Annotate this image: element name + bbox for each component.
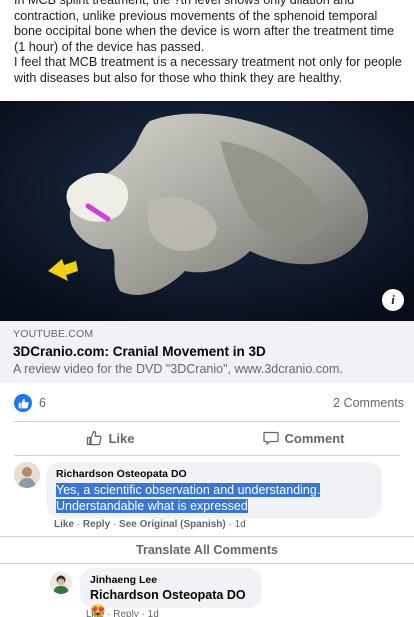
post-text: In MCB splint treatment, the ?th level s… [14, 0, 406, 86]
comment-time[interactable]: 1d [235, 519, 246, 530]
avatar-icon [14, 462, 40, 488]
avatar[interactable] [14, 462, 40, 488]
comment-author[interactable]: Jinhaeng Lee [90, 574, 252, 586]
comment-icon [262, 431, 279, 445]
post-text-paragraph-1: contraction, unlike previous movements o… [14, 8, 395, 54]
skull-3d-render [0, 101, 414, 321]
comment-author[interactable]: Richardson Osteopata DO [56, 468, 372, 480]
meta-separator: · [110, 519, 120, 530]
see-original-link[interactable]: See Original (Spanish) [119, 519, 226, 530]
post-text-line-clipped: In MCB splint treatment, the ?th level s… [14, 0, 355, 7]
comment-like-link[interactable]: Like [54, 519, 74, 530]
comment-2: Jinhaeng Lee Richardson Osteopata DO 😍 [50, 568, 262, 617]
divider-top [14, 421, 400, 422]
link-title[interactable]: 3DCranio.com: Cranial Movement in 3D [13, 344, 401, 359]
post-actions: Like Comment [14, 423, 400, 453]
comment-reply-link[interactable]: Reply [83, 519, 110, 530]
like-reaction-icon[interactable] [14, 394, 32, 412]
meta-separator: · [74, 519, 83, 530]
comment-text-line-1: Yes, a scientific observation and unders… [56, 483, 321, 497]
comment-button-label: Comment [284, 430, 345, 446]
comment-bubble: Jinhaeng Lee Richardson Osteopata DO 😍 [80, 568, 262, 617]
comment-meta: Like · Reply · See Original (Spanish) · … [54, 519, 246, 530]
comment-bubble: Richardson Osteopata DO Yes, a scientifi… [46, 462, 382, 518]
thumbs-up-glyph [18, 398, 29, 408]
thumbs-up-icon [87, 430, 102, 446]
like-button-label: Like [108, 430, 135, 446]
mentioned-user[interactable]: Richardson Osteopata DO [90, 588, 246, 602]
divider-bottom [14, 455, 400, 456]
reaction-count[interactable]: 6 [39, 396, 46, 410]
comment-1: Richardson Osteopata DO Yes, a scientifi… [14, 462, 382, 518]
post-text-paragraph-2: I feel that MCB treatment is a necessary… [14, 55, 402, 85]
comments-count[interactable]: 2 Comments [333, 396, 404, 410]
link-preview[interactable]: YOUTUBE.COM 3DCranio.com: Cranial Moveme… [0, 321, 414, 383]
avatar[interactable] [50, 572, 72, 594]
divider-translate [0, 536, 414, 537]
reactions-bar: 6 2 Comments [14, 393, 404, 413]
comment-2-meta[interactable]: Like · Reply · 1d [86, 609, 159, 617]
meta-separator: · [225, 519, 235, 530]
comment-text-line-2: Understandable what is expressed [56, 499, 248, 513]
comment-button[interactable]: Comment [207, 423, 400, 453]
link-domain: YOUTUBE.COM [13, 328, 94, 340]
info-icon[interactable]: i [382, 289, 404, 311]
like-button[interactable]: Like [14, 423, 207, 453]
video-thumbnail[interactable]: i [0, 101, 414, 321]
comment-text: Yes, a scientific observation and unders… [56, 482, 372, 514]
avatar-icon [50, 572, 72, 594]
divider-translate-bottom [0, 563, 414, 564]
link-description: A review video for the DVD "3DCranio", w… [13, 362, 343, 376]
translate-all-comments-button[interactable]: Translate All Comments [0, 538, 414, 562]
